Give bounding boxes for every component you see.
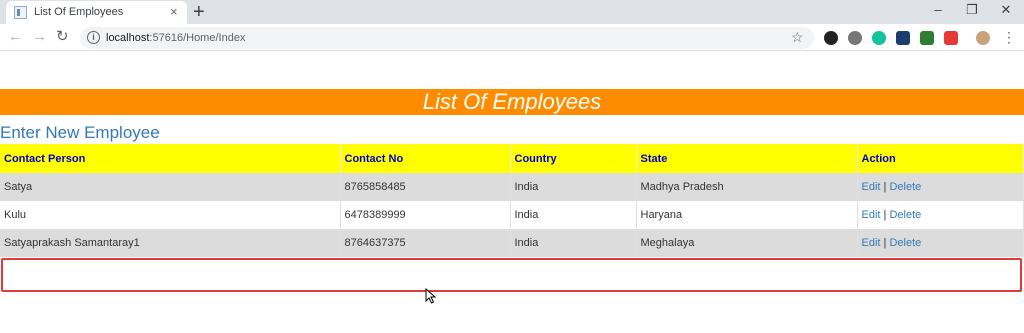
empty-row-highlight [1, 258, 1022, 292]
cell-action: Edit | Delete [857, 229, 1024, 257]
delete-link[interactable]: Delete [889, 209, 921, 221]
cell-state: Madhya Pradesh [636, 173, 858, 201]
table-header-row: Contact Person Contact No Country State … [0, 144, 1024, 173]
cell-country: India [510, 173, 637, 201]
reload-icon[interactable]: ↻ [56, 27, 69, 47]
cell-action: Edit | Delete [857, 173, 1024, 201]
cell-country: India [510, 201, 637, 229]
edit-link[interactable]: Edit [862, 209, 881, 221]
menu-kebab-icon[interactable]: ⋮ [1002, 27, 1016, 47]
table-row: Satyaprakash Samantaray1 8764637375 Indi… [0, 229, 1024, 257]
extension-circle-icon[interactable] [848, 31, 862, 45]
column-header-country: Country [510, 144, 637, 173]
back-arrow-icon[interactable]: ← [8, 27, 23, 47]
cell-contact-no: 6478389999 [340, 201, 511, 229]
cell-contact-person: Satyaprakash Samantaray1 [0, 229, 341, 257]
bookmark-star-icon[interactable]: ☆ [791, 29, 804, 46]
cell-contact-person: Satya [0, 173, 341, 201]
page-favicon-icon [14, 6, 27, 19]
cell-contact-no: 8765858485 [340, 173, 511, 201]
employees-table: Contact Person Contact No Country State … [0, 144, 1024, 257]
forward-arrow-icon[interactable]: → [32, 27, 47, 47]
action-separator: | [883, 237, 887, 249]
tab-title: List Of Employees [34, 6, 124, 18]
edit-link[interactable]: Edit [862, 237, 881, 249]
cell-action: Edit | Delete [857, 201, 1024, 229]
enter-new-employee-link[interactable]: Enter New Employee [0, 123, 160, 143]
extension-download-icon[interactable] [920, 31, 934, 45]
cell-state: Haryana [636, 201, 858, 229]
page-title: List Of Employees [422, 89, 602, 114]
extension-chart-icon[interactable] [896, 31, 910, 45]
browser-toolbar: ← → ↻ i localhost:57616/Home/Index ☆ [0, 24, 1024, 51]
column-header-state: State [636, 144, 858, 173]
close-window-button[interactable]: ✕ [989, 0, 1023, 22]
site-info-icon[interactable]: i [87, 31, 100, 44]
browser-tab[interactable]: List Of Employees × [6, 1, 187, 24]
action-separator: | [883, 181, 887, 193]
cell-state: Meghalaya [636, 229, 858, 257]
column-header-action: Action [857, 144, 1024, 173]
delete-link[interactable]: Delete [889, 181, 921, 193]
restore-button[interactable]: ❐ [955, 0, 989, 22]
cell-contact-person: Kulu [0, 201, 341, 229]
action-separator: | [883, 209, 887, 221]
table-row: Satya 8765858485 India Madhya Pradesh Ed… [0, 173, 1024, 201]
pocket-icon[interactable] [944, 31, 958, 45]
page-banner: List Of Employees [0, 89, 1024, 115]
url-text[interactable]: localhost:57616/Home/Index [106, 32, 245, 44]
grammarly-icon[interactable] [872, 31, 886, 45]
tab-bar: List Of Employees × + – ❐ ✕ [0, 0, 1024, 24]
profile-avatar[interactable] [976, 31, 990, 45]
column-header-contact-no: Contact No [340, 144, 511, 173]
address-bar[interactable]: i localhost:57616/Home/Index ☆ [80, 27, 814, 49]
delete-link[interactable]: Delete [889, 237, 921, 249]
minimize-button[interactable]: – [921, 0, 955, 22]
edit-link[interactable]: Edit [862, 181, 881, 193]
mouse-cursor-icon [425, 288, 437, 304]
cell-contact-no: 8764637375 [340, 229, 511, 257]
cell-country: India [510, 229, 637, 257]
table-row: Kulu 6478389999 India Haryana Edit | Del… [0, 201, 1024, 229]
extension-sync-icon[interactable] [824, 31, 838, 45]
new-tab-button[interactable]: + [193, 1, 205, 23]
tab-close-icon[interactable]: × [170, 4, 178, 20]
column-header-contact-person: Contact Person [0, 144, 341, 173]
